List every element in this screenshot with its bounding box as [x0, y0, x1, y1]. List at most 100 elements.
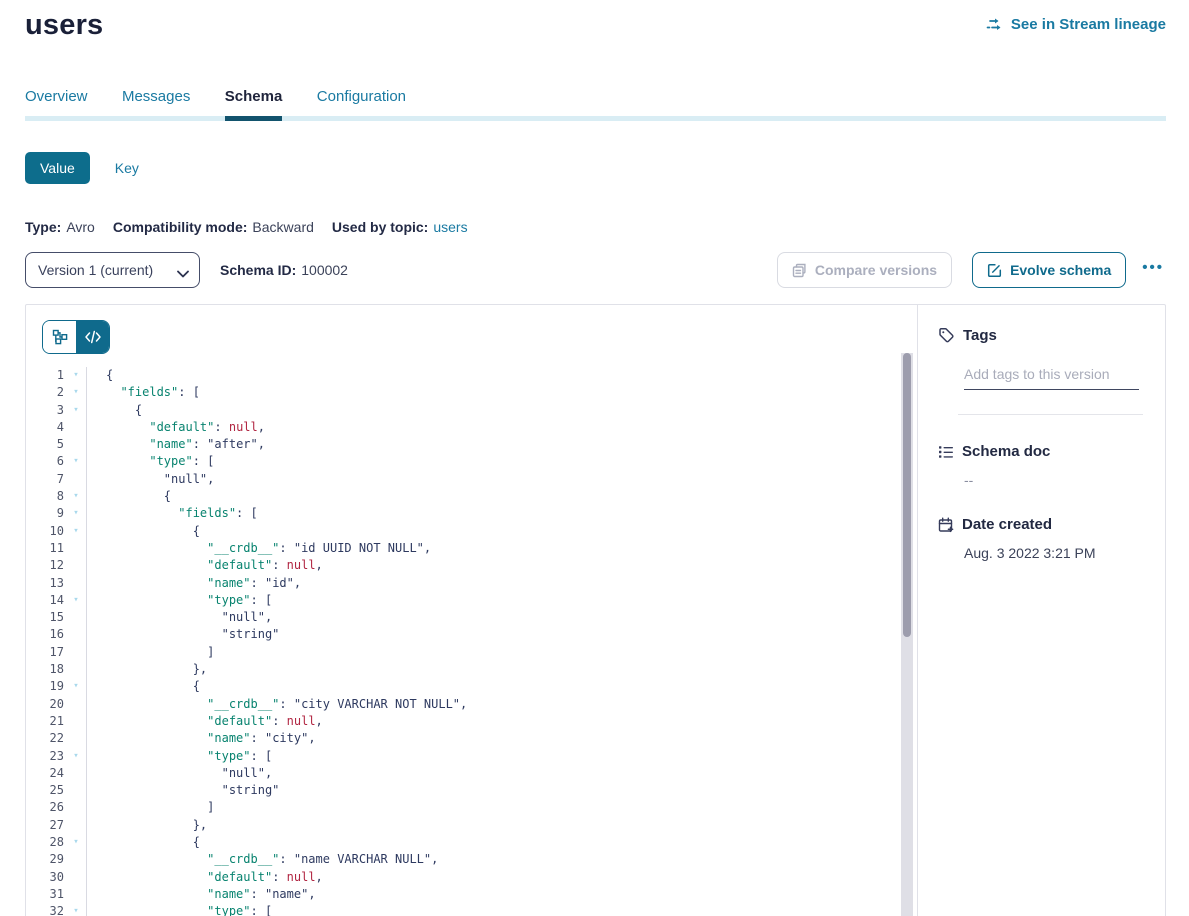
code-text: "type": [	[86, 903, 272, 916]
compare-versions-button[interactable]: Compare versions	[777, 252, 952, 288]
code-text: ]	[86, 799, 214, 816]
tab-schema[interactable]: Schema	[225, 88, 283, 121]
fold-toggle-icon[interactable]: ▾	[70, 592, 82, 609]
tags-section: Tags	[938, 327, 1149, 415]
schema-code-pane: 1▾{2▾ "fields": [3▾ {4 "default": null,5…	[26, 305, 917, 916]
fold-spacer	[70, 765, 82, 782]
schema-doc-value: --	[964, 472, 1149, 488]
schema-doc-title: Schema doc	[962, 443, 1050, 460]
code-line: 13 "name": "id",	[26, 575, 917, 592]
code-text: "null",	[86, 765, 272, 782]
schema-id-value: 100002	[301, 262, 348, 278]
fold-spacer	[70, 799, 82, 816]
line-number: 30	[34, 869, 64, 886]
fold-spacer	[70, 471, 82, 488]
line-number: 21	[34, 713, 64, 730]
line-number: 31	[34, 886, 64, 903]
code-line: 31 "name": "name",	[26, 886, 917, 903]
code-text: },	[86, 661, 207, 678]
code-line: 6▾ "type": [	[26, 453, 917, 470]
date-created-header: Date created	[938, 516, 1149, 533]
code-line: 26 ]	[26, 799, 917, 816]
compatibility-mode: Compatibility mode: Backward	[113, 219, 314, 235]
value-toggle-button[interactable]: Value	[25, 152, 90, 184]
schema-id: Schema ID: 100002	[220, 262, 348, 278]
code-text: "__crdb__": "city VARCHAR NOT NULL",	[86, 696, 467, 713]
code-text: "name": "city",	[86, 730, 316, 747]
code-text: "type": [	[86, 453, 214, 470]
code-view-button[interactable]	[76, 321, 109, 353]
fold-spacer	[70, 661, 82, 678]
line-number: 3	[34, 402, 64, 419]
fold-toggle-icon[interactable]: ▾	[70, 748, 82, 765]
line-number: 13	[34, 575, 64, 592]
fold-toggle-icon[interactable]: ▾	[70, 834, 82, 851]
tree-view-button[interactable]	[43, 321, 76, 353]
fold-spacer	[70, 626, 82, 643]
version-select-wrap: Version 1 (current)	[25, 252, 200, 288]
fold-toggle-icon[interactable]: ▾	[70, 402, 82, 419]
line-number: 18	[34, 661, 64, 678]
add-tags-input[interactable]	[964, 366, 1139, 390]
schema-doc-section: Schema doc --	[938, 443, 1149, 488]
code-line: 18 },	[26, 661, 917, 678]
page-header: users See in Stream lineage	[25, 0, 1166, 42]
code-line: 1▾{	[26, 367, 917, 384]
calendar-plus-icon	[938, 517, 954, 533]
code-line: 12 "default": null,	[26, 557, 917, 574]
doc-list-icon	[938, 444, 954, 460]
key-toggle-button[interactable]: Key	[100, 152, 154, 184]
date-created-value: Aug. 3 2022 3:21 PM	[964, 545, 1149, 561]
line-number: 4	[34, 419, 64, 436]
line-number: 7	[34, 471, 64, 488]
fold-spacer	[70, 713, 82, 730]
stream-lineage-link[interactable]: See in Stream lineage	[986, 16, 1166, 33]
line-number: 15	[34, 609, 64, 626]
fold-toggle-icon[interactable]: ▾	[70, 453, 82, 470]
evolve-schema-button[interactable]: Evolve schema	[972, 252, 1126, 288]
fold-toggle-icon[interactable]: ▾	[70, 384, 82, 401]
evolve-schema-label: Evolve schema	[1010, 262, 1111, 278]
code-scrollbar-track[interactable]	[901, 353, 913, 916]
schema-controls-row: Version 1 (current) Schema ID: 100002 Co…	[25, 252, 1166, 288]
fold-toggle-icon[interactable]: ▾	[70, 488, 82, 505]
tabs-underline-bar	[25, 116, 1166, 121]
code-line: 15 "null",	[26, 609, 917, 626]
used-by-topic-link[interactable]: users	[433, 219, 467, 235]
fold-spacer	[70, 419, 82, 436]
compare-versions-label: Compare versions	[815, 262, 937, 278]
code-text: {	[86, 834, 200, 851]
fold-spacer	[70, 609, 82, 626]
copy-icon	[792, 263, 807, 278]
code-line: 22 "name": "city",	[26, 730, 917, 747]
more-options-button[interactable]: •••	[1140, 255, 1166, 286]
code-line: 3▾ {	[26, 402, 917, 419]
code-text: "string"	[86, 626, 279, 643]
schema-sidebar: Tags Schema doc --	[917, 305, 1165, 916]
version-select[interactable]: Version 1 (current)	[25, 252, 200, 288]
line-number: 8	[34, 488, 64, 505]
date-created-title: Date created	[962, 516, 1052, 533]
topic-tabs: Overview Messages Schema Configuration	[25, 88, 1166, 121]
sidebar-divider	[958, 414, 1143, 415]
fold-spacer	[70, 817, 82, 834]
fold-toggle-icon[interactable]: ▾	[70, 523, 82, 540]
fold-toggle-icon[interactable]: ▾	[70, 678, 82, 695]
code-scrollbar-thumb[interactable]	[903, 353, 911, 637]
line-number: 22	[34, 730, 64, 747]
fold-toggle-icon[interactable]: ▾	[70, 367, 82, 384]
code-line: 32▾ "type": [	[26, 903, 917, 916]
code-text: "name": "name",	[86, 886, 316, 903]
fold-toggle-icon[interactable]: ▾	[70, 505, 82, 522]
line-number: 28	[34, 834, 64, 851]
date-created-section: Date created Aug. 3 2022 3:21 PM	[938, 516, 1149, 561]
fold-spacer	[70, 644, 82, 661]
schema-page: users See in Stream lineage Overview Mes…	[0, 0, 1189, 916]
code-text: "default": null,	[86, 557, 323, 574]
fold-toggle-icon[interactable]: ▾	[70, 903, 82, 916]
view-mode-toggle	[42, 320, 110, 354]
code-line: 21 "default": null,	[26, 713, 917, 730]
code-line: 16 "string"	[26, 626, 917, 643]
code-line: 11 "__crdb__": "id UUID NOT NULL",	[26, 540, 917, 557]
line-number: 14	[34, 592, 64, 609]
